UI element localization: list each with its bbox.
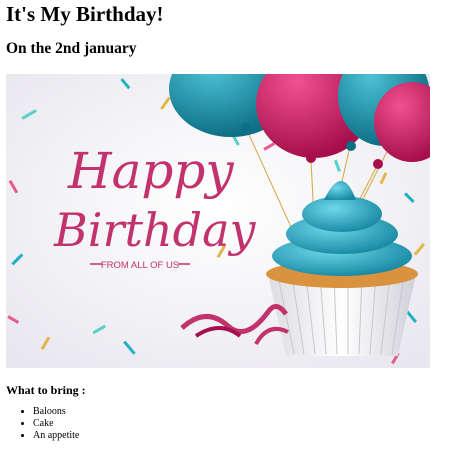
banner-script-birthday: Birthday	[53, 203, 256, 257]
list-item: Cake	[33, 418, 79, 430]
bring-list: Baloons Cake An appetite	[0, 406, 79, 442]
birthday-page: It's My Birthday! On the 2nd january Hap…	[0, 0, 464, 454]
page-subtitle: On the 2nd january	[6, 40, 137, 57]
banner-script-happy: Happy	[67, 142, 234, 200]
list-item: An appetite	[33, 430, 79, 442]
list-item: Baloons	[33, 406, 79, 418]
birthday-banner-image: Happy Birthday FROM ALL OF US	[6, 74, 430, 368]
page-title: It's My Birthday!	[6, 2, 164, 26]
banner-tagline: FROM ALL OF US	[101, 260, 179, 271]
bring-heading: What to bring :	[6, 383, 86, 397]
